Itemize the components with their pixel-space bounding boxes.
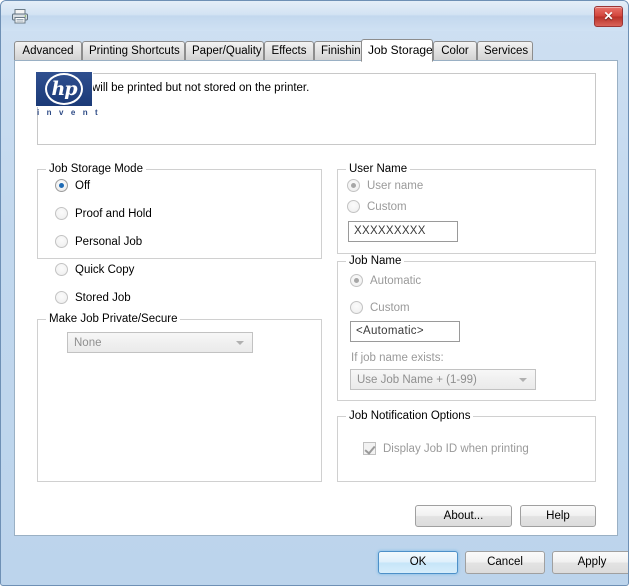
radio-user-name-default[interactable]: User name [347, 179, 423, 192]
close-icon: ✕ [603, 9, 614, 23]
radio-indicator [347, 200, 360, 213]
radio-job-storage-quick-copy[interactable]: Quick Copy [55, 263, 134, 276]
radio-label: User name [367, 179, 424, 192]
radio-job-storage-stored-job[interactable]: Stored Job [55, 291, 131, 304]
make-job-private-title: Make Job Private/Secure [46, 313, 181, 325]
make-job-private-value: None [74, 337, 102, 349]
tab-services[interactable]: Services [477, 41, 533, 60]
radio-job-storage-off[interactable]: Off [55, 179, 90, 192]
tab-printing-shortcuts[interactable]: Printing Shortcuts [82, 41, 185, 60]
chevron-down-icon [236, 340, 244, 345]
radio-job-storage-personal-job[interactable]: Personal Job [55, 235, 142, 248]
tab-color[interactable]: Color [433, 41, 477, 60]
radio-label: Quick Copy [75, 263, 135, 276]
make-job-private-dropdown[interactable]: None [67, 332, 253, 353]
about-button[interactable]: About... [415, 505, 512, 527]
radio-job-name-automatic[interactable]: Automatic [350, 274, 421, 287]
radio-label: Custom [367, 200, 407, 213]
cancel-button[interactable]: Cancel [465, 551, 545, 574]
if-job-name-exists-label: If job name exists: [351, 352, 444, 364]
job-name-custom-input[interactable]: <Automatic> [350, 321, 460, 342]
close-button[interactable]: ✕ [594, 6, 623, 27]
radio-indicator [55, 263, 68, 276]
radio-label: Stored Job [75, 291, 131, 304]
job-name-title: Job Name [346, 255, 405, 267]
radio-indicator [350, 274, 363, 287]
chevron-down-icon [519, 377, 527, 382]
if-job-name-exists-dropdown[interactable]: Use Job Name + (1-99) [350, 369, 536, 390]
radio-indicator [55, 207, 68, 220]
radio-label: Proof and Hold [75, 207, 152, 220]
hp-logo: hp [35, 71, 93, 107]
dialog-footer: OK Cancel Apply [14, 542, 628, 574]
job-notification-options-title: Job Notification Options [346, 410, 474, 422]
title-bar: ✕ [1, 1, 628, 31]
tab-advanced[interactable]: Advanced [14, 41, 82, 60]
radio-job-name-custom[interactable]: Custom [350, 301, 410, 314]
if-job-name-exists-value: Use Job Name + (1-99) [357, 374, 477, 386]
user-name-title: User Name [346, 163, 411, 175]
ok-button[interactable]: OK [378, 551, 458, 574]
user-name-custom-input[interactable]: XXXXXXXXX [348, 221, 458, 242]
radio-user-name-custom[interactable]: Custom [347, 200, 407, 213]
radio-label: Automatic [370, 274, 422, 287]
radio-label: Off [75, 179, 91, 192]
printer-icon [12, 9, 28, 24]
radio-label: Custom [370, 301, 410, 314]
hp-tagline: i n v e n t [37, 108, 101, 117]
tab-job-storage[interactable]: Job Storage [361, 39, 433, 62]
printer-properties-dialog: ✕ Advanced Printing Shortcuts Paper/Qual… [0, 0, 629, 586]
checkbox-indicator [363, 442, 376, 455]
radio-indicator [347, 179, 360, 192]
help-button[interactable]: Help [520, 505, 596, 527]
radio-indicator [55, 291, 68, 304]
radio-indicator [55, 179, 68, 192]
radio-job-storage-proof-and-hold[interactable]: Proof and Hold [55, 207, 152, 220]
status-message-box: Your job will be printed but not stored … [37, 73, 596, 145]
tab-effects[interactable]: Effects [264, 41, 314, 60]
tab-strip: Advanced Printing Shortcuts Paper/Qualit… [14, 39, 618, 62]
radio-label: Personal Job [75, 235, 143, 248]
tab-paper-quality[interactable]: Paper/Quality [185, 41, 264, 60]
checkbox-label: Display Job ID when printing [383, 442, 529, 455]
checkbox-display-job-id[interactable]: Display Job ID when printing [363, 442, 529, 455]
radio-indicator [55, 235, 68, 248]
hp-logo-text: hp [51, 78, 77, 100]
tab-content-job-storage: Your job will be printed but not stored … [14, 60, 618, 536]
radio-indicator [350, 301, 363, 314]
apply-button[interactable]: Apply [552, 551, 628, 574]
job-storage-mode-title: Job Storage Mode [46, 163, 146, 175]
